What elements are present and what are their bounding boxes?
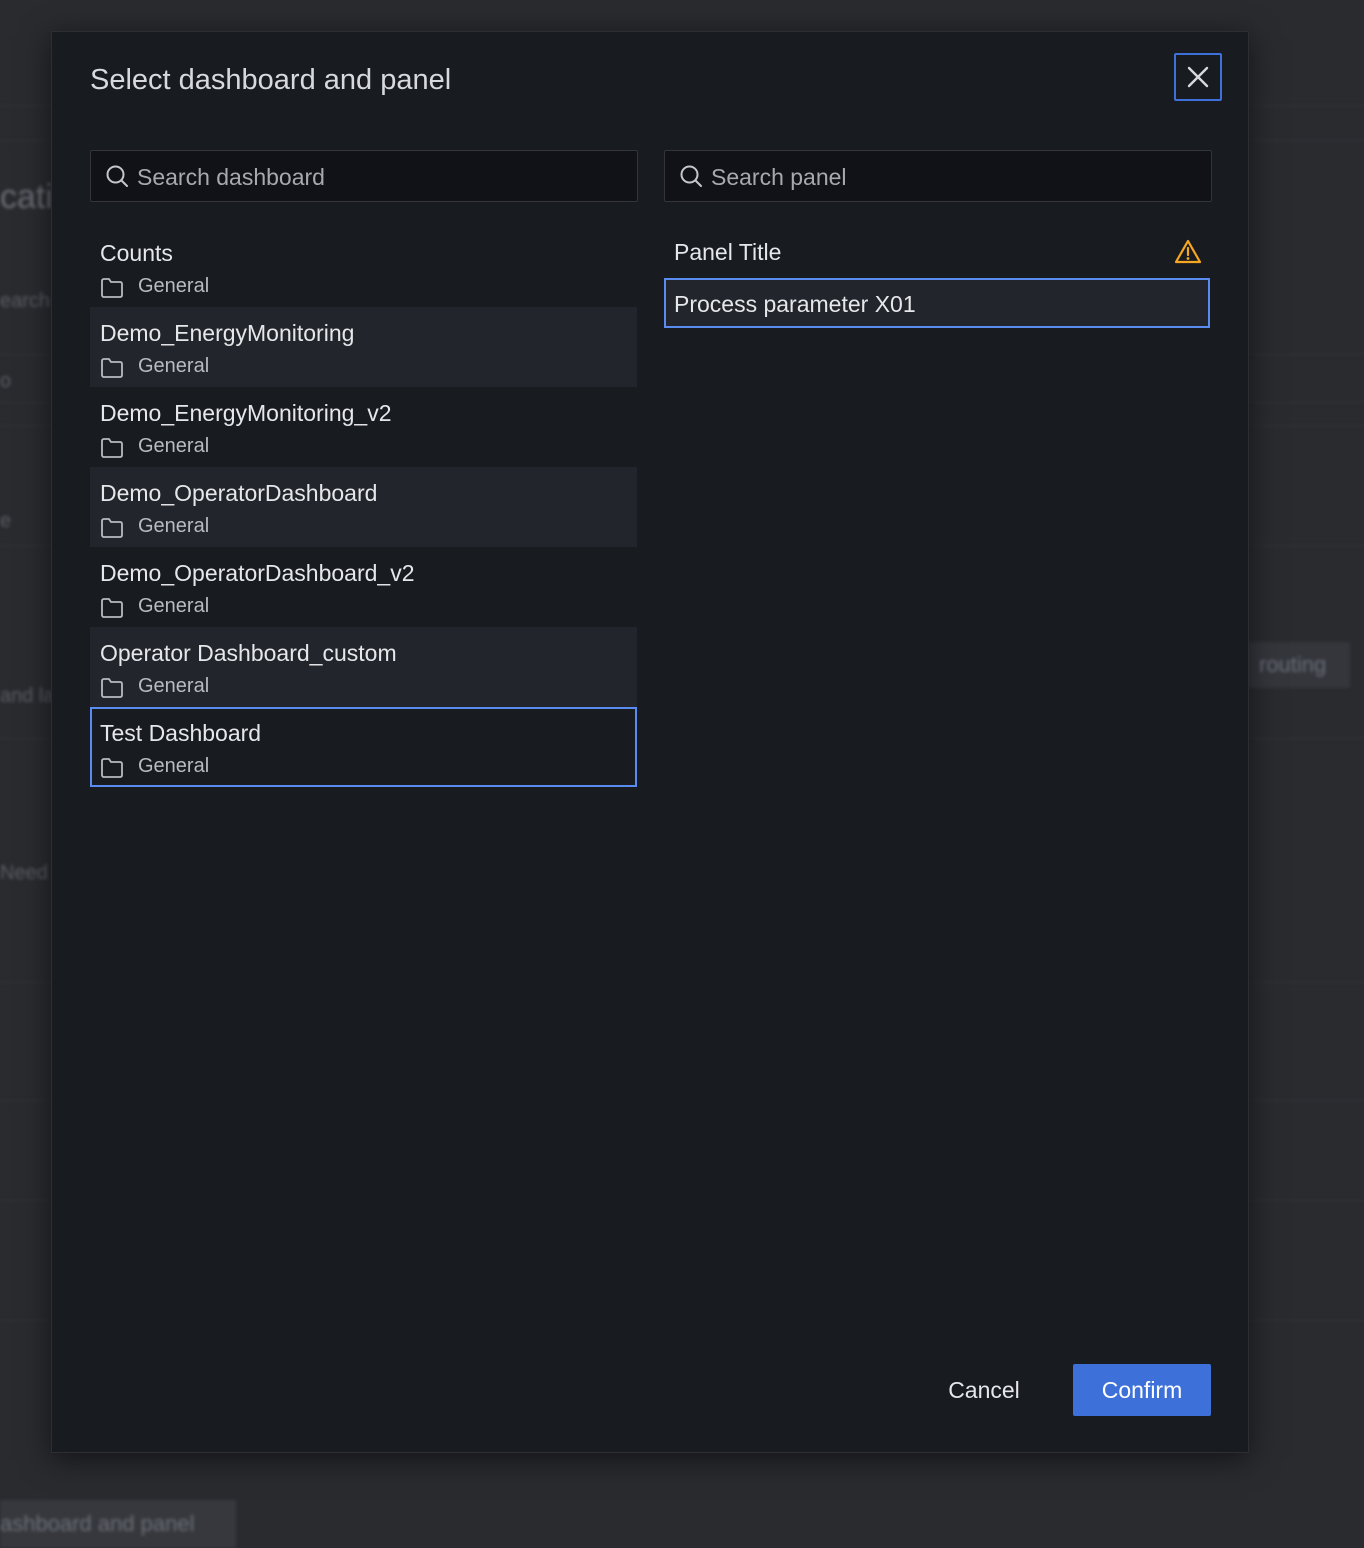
dashboard-list-item[interactable]: Operator Dashboard_custom General <box>90 627 637 707</box>
dashboard-folder: General <box>138 275 210 297</box>
dashboard-folder: General <box>138 435 210 457</box>
panel-list-item-selected[interactable]: Process parameter X01 <box>664 278 1210 328</box>
modal-title: Select dashboard and panel <box>90 64 452 96</box>
cancel-button[interactable]: Cancel <box>928 1364 1040 1416</box>
dashboard-folder: General <box>138 355 210 377</box>
panel-search-input[interactable] <box>709 151 1203 203</box>
folder-icon <box>101 598 123 618</box>
dashboard-list-item[interactable]: Demo_EnergyMonitoring General <box>90 307 637 387</box>
dashboard-title: Counts <box>100 240 173 266</box>
panel-search <box>664 150 1212 203</box>
folder-icon <box>101 358 123 378</box>
folder-icon <box>101 518 123 538</box>
dashboard-list-item[interactable]: Demo_OperatorDashboard_v2 General <box>90 547 637 627</box>
dashboard-title: Demo_EnergyMonitoring_v2 <box>100 400 392 426</box>
bg-text: o <box>0 370 12 392</box>
bg-text: and la <box>0 685 55 707</box>
folder-icon <box>101 278 123 298</box>
dashboard-folder: General <box>138 675 210 697</box>
dashboard-folder: General <box>138 755 210 777</box>
dashboard-title: Demo_OperatorDashboard_v2 <box>100 560 415 586</box>
warning-icon <box>1174 239 1202 264</box>
bg-text: Need <box>0 862 48 884</box>
folder-icon <box>101 438 123 458</box>
panel-title: Process parameter X01 <box>674 291 916 317</box>
bg-select-dashboard-button: ashboard and panel <box>0 1500 236 1548</box>
dashboard-list-item[interactable]: Counts General <box>90 227 637 307</box>
dashboard-title: Operator Dashboard_custom <box>100 640 397 666</box>
search-icon <box>680 165 702 187</box>
bg-text: cati <box>0 178 53 216</box>
search-icon <box>106 165 128 187</box>
dashboard-list: Counts General Demo_EnergyMonitoring Gen… <box>90 227 637 787</box>
bg-text: e <box>0 510 12 532</box>
dashboard-search <box>90 150 638 203</box>
bg-routing-chip: routing <box>1235 642 1351 688</box>
bg-text: earch <box>0 290 51 312</box>
dashboard-list-item[interactable]: Demo_EnergyMonitoring_v2 General <box>90 387 637 467</box>
panel-list-header: Panel Title <box>674 239 782 265</box>
dashboard-folder: General <box>138 515 210 537</box>
folder-icon <box>101 678 123 698</box>
close-button[interactable] <box>1174 53 1222 101</box>
close-icon <box>1187 66 1209 88</box>
dashboard-title: Demo_OperatorDashboard <box>100 480 378 506</box>
confirm-button[interactable]: Confirm <box>1073 1364 1211 1416</box>
dashboard-title: Demo_EnergyMonitoring <box>100 320 355 346</box>
dashboard-folder: General <box>138 595 210 617</box>
dashboard-list-item-selected[interactable]: Test Dashboard General <box>90 707 637 787</box>
dashboard-list-item[interactable]: Demo_OperatorDashboard General <box>90 467 637 547</box>
select-dashboard-modal: Select dashboard and panel Counts Genera… <box>51 31 1249 1453</box>
dashboard-search-input[interactable] <box>135 151 629 203</box>
dashboard-title: Test Dashboard <box>100 720 262 746</box>
folder-icon <box>101 758 123 778</box>
